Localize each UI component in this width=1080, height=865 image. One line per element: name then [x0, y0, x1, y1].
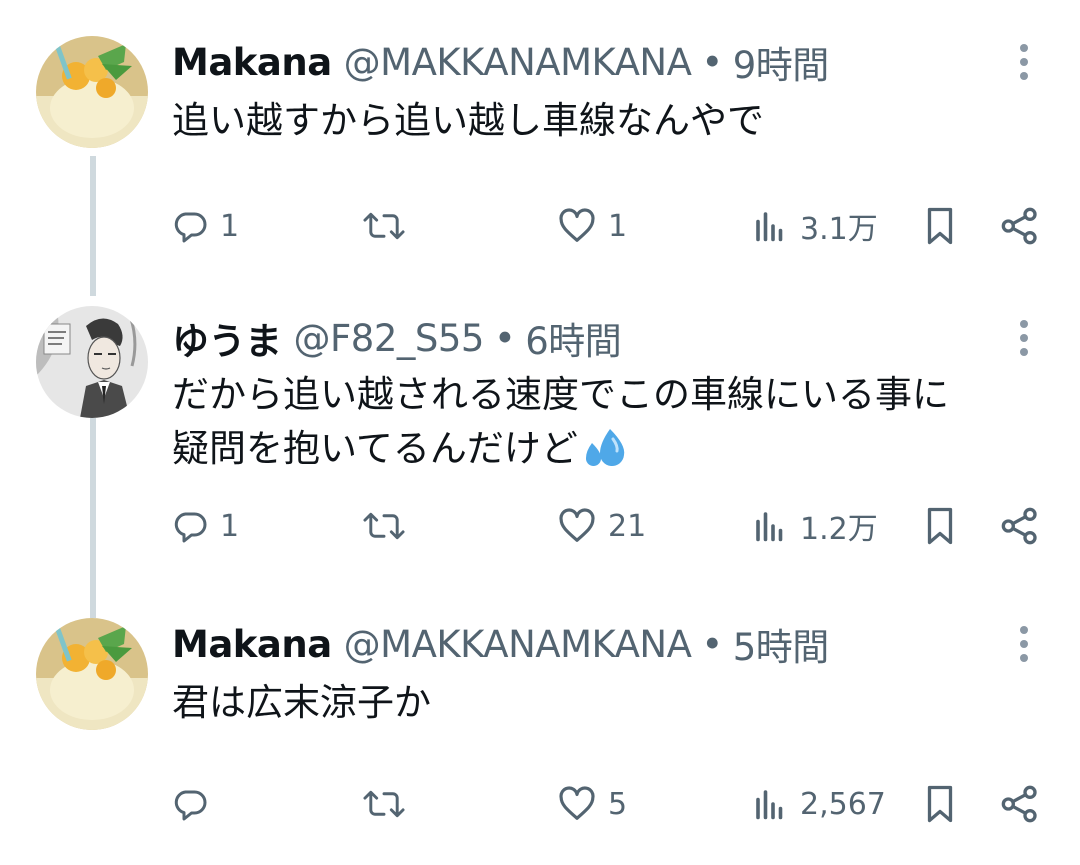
- separator-dot: •: [701, 40, 723, 84]
- tweet-text: だから追い越される速度でこの車線にいる事に 疑問を抱いてるんだけど: [172, 368, 1032, 482]
- views-chart-icon: [756, 212, 783, 242]
- share-button[interactable]: [1000, 498, 1040, 554]
- bookmark-icon: [927, 785, 953, 823]
- reply-icon: [174, 212, 207, 243]
- bookmark-button[interactable]: [922, 776, 958, 832]
- like-count: 1: [608, 208, 628, 244]
- views-button[interactable]: 3.1万: [752, 198, 878, 254]
- more-options-icon[interactable]: [1012, 44, 1036, 80]
- heart-icon: [559, 786, 595, 820]
- user-handle[interactable]: @F82_S55: [294, 317, 485, 360]
- tweet-text-line: 君は広末涼子か: [172, 681, 431, 724]
- tweet-text: 君は広末涼子か: [172, 676, 1032, 730]
- tweet[interactable]: Makana @MAKKANAMKANA • 5時間 君は広末涼子か 5 2,5…: [0, 582, 1080, 865]
- separator-dot: •: [493, 316, 516, 360]
- tweet-text-line: 追い越すから追い越し車線なんやで: [172, 99, 764, 142]
- display-name[interactable]: Makana: [172, 41, 332, 84]
- share-icon: [1001, 507, 1037, 545]
- tweet-header: Makana @MAKKANAMKANA • 9時間: [172, 35, 830, 89]
- reply-button[interactable]: 1: [172, 498, 239, 554]
- tweet-text-line: 疑問を抱いてるんだけど: [172, 422, 1032, 482]
- more-options-icon[interactable]: [1012, 320, 1036, 356]
- avatar[interactable]: [36, 36, 148, 148]
- views-button[interactable]: 1.2万: [752, 498, 878, 554]
- display-name[interactable]: Makana: [172, 623, 332, 666]
- bookmark-icon: [927, 507, 953, 545]
- views-button[interactable]: 2,567: [752, 776, 886, 832]
- action-bar: 1 21 1.2万: [0, 498, 1080, 554]
- share-button[interactable]: [1000, 776, 1040, 832]
- heart-icon: [559, 508, 595, 542]
- tweet[interactable]: Makana @MAKKANAMKANA • 9時間 追い越すから追い越し車線な…: [0, 0, 1080, 283]
- like-button[interactable]: 5: [558, 776, 627, 832]
- heart-icon: [559, 208, 595, 242]
- views-chart-icon: [756, 512, 783, 542]
- action-bar: 1 1 3.1万: [0, 198, 1080, 254]
- more-options-icon[interactable]: [1012, 626, 1036, 662]
- view-count: 2,567: [800, 786, 886, 822]
- share-icon: [1001, 207, 1037, 245]
- retweet-icon: [363, 512, 405, 540]
- display-name[interactable]: ゆうま: [172, 311, 282, 365]
- timestamp[interactable]: 5時間: [733, 617, 830, 671]
- share-button[interactable]: [1000, 198, 1040, 254]
- avatar[interactable]: [36, 306, 148, 418]
- timestamp[interactable]: 9時間: [733, 35, 830, 89]
- avatar[interactable]: [36, 618, 148, 730]
- bookmark-button[interactable]: [922, 198, 958, 254]
- reply-count: 1: [220, 508, 240, 544]
- bookmark-icon: [927, 207, 953, 245]
- user-handle[interactable]: @MAKKANAMKANA: [344, 41, 692, 84]
- reply-button[interactable]: [172, 776, 220, 832]
- reply-count: 1: [220, 208, 240, 244]
- reply-button[interactable]: 1: [172, 198, 239, 254]
- like-count: 5: [608, 786, 628, 822]
- separator-dot: •: [701, 622, 723, 666]
- sweat-droplets-emoji: [582, 427, 628, 482]
- reply-icon: [174, 790, 207, 821]
- retweet-button[interactable]: [362, 498, 418, 554]
- tweet-header: Makana @MAKKANAMKANA • 5時間: [172, 617, 830, 671]
- tweet-header: ゆうま @F82_S55 • 6時間: [172, 311, 622, 365]
- retweet-button[interactable]: [362, 198, 418, 254]
- tweet-text: 追い越すから追い越し車線なんやで: [172, 94, 1032, 148]
- reply-icon: [174, 512, 207, 543]
- like-button[interactable]: 21: [558, 498, 646, 554]
- tweet[interactable]: ゆうま @F82_S55 • 6時間 だから追い越される速度でこの車線にいる事に…: [0, 282, 1080, 565]
- tweet-text-line-content: 疑問を抱いてるんだけど: [172, 427, 578, 470]
- view-count: 3.1万: [800, 212, 878, 247]
- action-bar: 5 2,567: [0, 776, 1080, 832]
- retweet-icon: [363, 212, 405, 240]
- tweet-text-line: だから追い越される速度でこの車線にいる事に: [172, 373, 949, 416]
- retweet-button[interactable]: [362, 776, 418, 832]
- timestamp[interactable]: 6時間: [525, 311, 622, 365]
- bookmark-button[interactable]: [922, 498, 958, 554]
- retweet-icon: [363, 790, 405, 818]
- views-chart-icon: [756, 790, 783, 820]
- share-icon: [1001, 785, 1037, 823]
- view-count: 1.2万: [800, 512, 878, 547]
- like-count: 21: [608, 508, 647, 544]
- like-button[interactable]: 1: [558, 198, 627, 254]
- user-handle[interactable]: @MAKKANAMKANA: [344, 623, 692, 666]
